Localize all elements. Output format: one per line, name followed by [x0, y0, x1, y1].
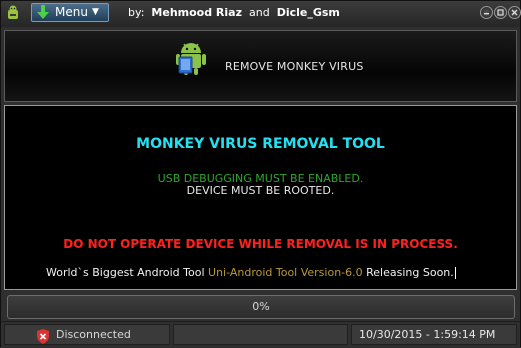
chevron-down-icon: ▼	[92, 7, 99, 17]
connection-status: Disconnected	[56, 328, 131, 341]
menu-label: Menu	[55, 5, 88, 19]
close-icon	[511, 9, 518, 16]
root-notice: DEVICE MUST BE ROOTED.	[186, 184, 335, 197]
minimize-button[interactable]	[480, 6, 493, 19]
app-window: Menu ▼ by: Mehmood Riaz and Dicle_Gsm RE…	[0, 0, 521, 348]
shield-warning-icon	[37, 329, 49, 344]
credits-prefix: by:	[128, 6, 145, 19]
info-panel: MONKEY VIRUS REMOVAL TOOL USB DEBUGGING …	[4, 105, 517, 290]
tagline: World`s Biggest Android Tool Uni-Android…	[46, 266, 456, 279]
maximize-button[interactable]	[494, 6, 507, 19]
author-1: Mehmood Riaz	[151, 6, 242, 19]
credits-and: and	[249, 6, 270, 19]
tagline-part-3: Releasing Soon.	[366, 266, 454, 279]
android-robot-icon	[176, 43, 206, 75]
datetime-text: 10/30/2015 - 1:59:14 PM	[359, 328, 496, 341]
text-caret	[454, 267, 456, 279]
warning-text: DO NOT OPERATE DEVICE WHILE REMOVAL IS I…	[63, 237, 458, 251]
status-cell-empty	[173, 324, 348, 345]
progress-bar: 0%	[7, 295, 515, 319]
banner-title: REMOVE MONKEY VIRUS	[225, 60, 364, 73]
banner: REMOVE MONKEY VIRUS	[4, 30, 517, 102]
credits-text: by: Mehmood Riaz and Dicle_Gsm	[128, 6, 340, 19]
download-arrow-icon	[37, 5, 49, 19]
tool-headline: MONKEY VIRUS REMOVAL TOOL	[136, 136, 385, 152]
status-bar: Disconnected 10/30/2015 - 1:59:14 PM	[1, 321, 520, 348]
tagline-version: Uni-Android Tool Version-6.0	[208, 266, 363, 279]
menu-button[interactable]: Menu ▼	[31, 3, 109, 22]
title-bar[interactable]: Menu ▼ by: Mehmood Riaz and Dicle_Gsm	[1, 1, 521, 27]
tagline-part-1: World`s Biggest Android Tool	[46, 266, 205, 279]
datetime-cell: 10/30/2015 - 1:59:14 PM	[351, 324, 517, 345]
progress-text: 0%	[252, 300, 270, 313]
author-2: Dicle_Gsm	[276, 6, 340, 19]
app-logo-icon	[8, 5, 18, 19]
connection-status-cell: Disconnected	[4, 324, 170, 345]
minimize-icon	[484, 13, 489, 15]
maximize-icon	[497, 9, 504, 16]
close-button[interactable]	[508, 6, 521, 19]
